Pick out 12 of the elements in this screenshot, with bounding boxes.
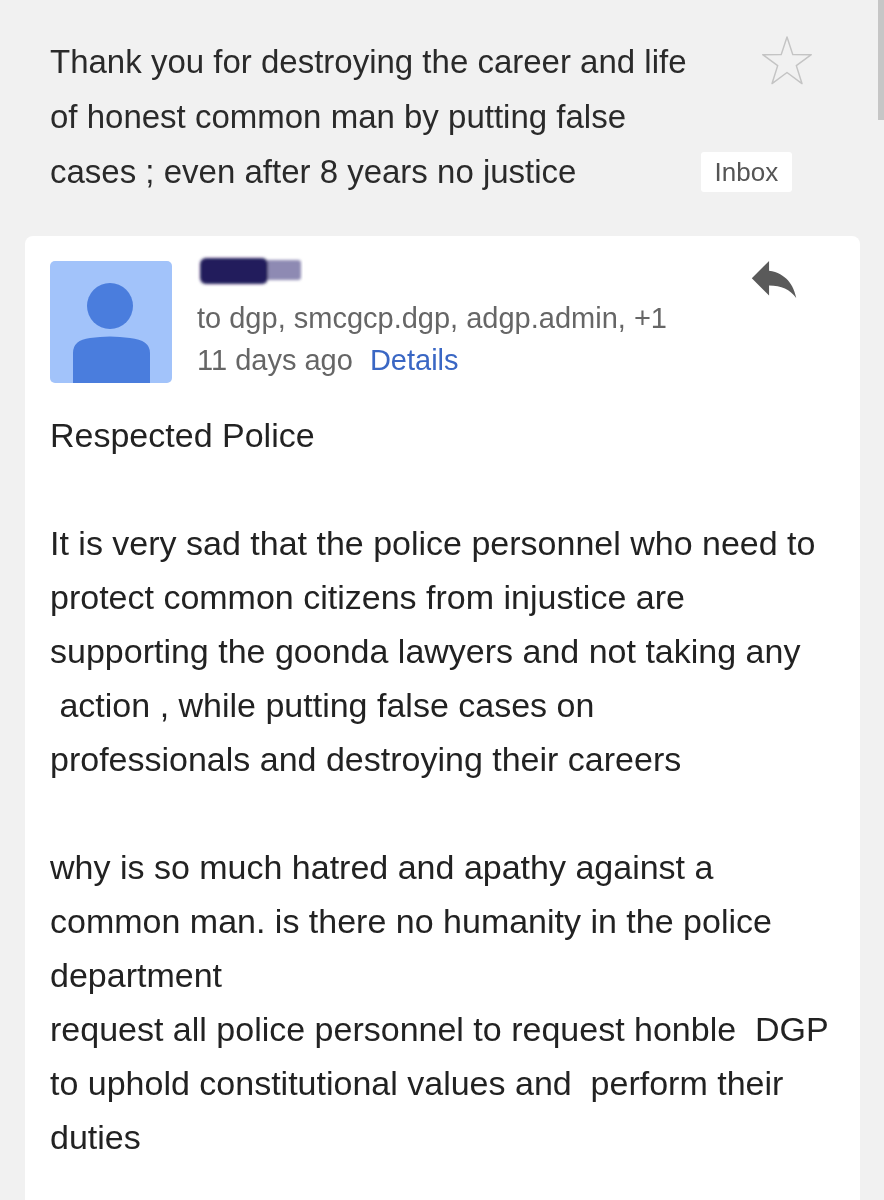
recipients-text: to dgp, smcgcp.dgp, adgp.admin, +1 — [197, 301, 667, 336]
message-paragraph: Respected Police — [50, 415, 316, 456]
avatar-icon — [50, 261, 172, 383]
subject-text: Thank you for destroying the career and life of honest common man by putting false cases ; even after 8 years no justice — [50, 42, 687, 192]
scrollbar-thumb[interactable] — [878, 0, 884, 120]
reply-icon[interactable] — [751, 261, 797, 298]
message-paragraph: why is so much hatred and apathy against a common man. is there no humanity in the police department request all police personnel to request honble DGP to uphold constitutional values and perform their duties — [50, 847, 830, 1158]
star-icon[interactable] — [759, 35, 814, 86]
message-paragraph: It is very sad that the police personnel who need to protect common citizens from injustice are supporting the goonda lawyers and not taking any action , while putting false cases on professionals and destroying their careers — [50, 523, 817, 780]
message-time: 11 days ago — [197, 343, 353, 378]
details-link[interactable]: Details — [369, 339, 459, 381]
inbox-label: Inbox — [700, 152, 793, 192]
